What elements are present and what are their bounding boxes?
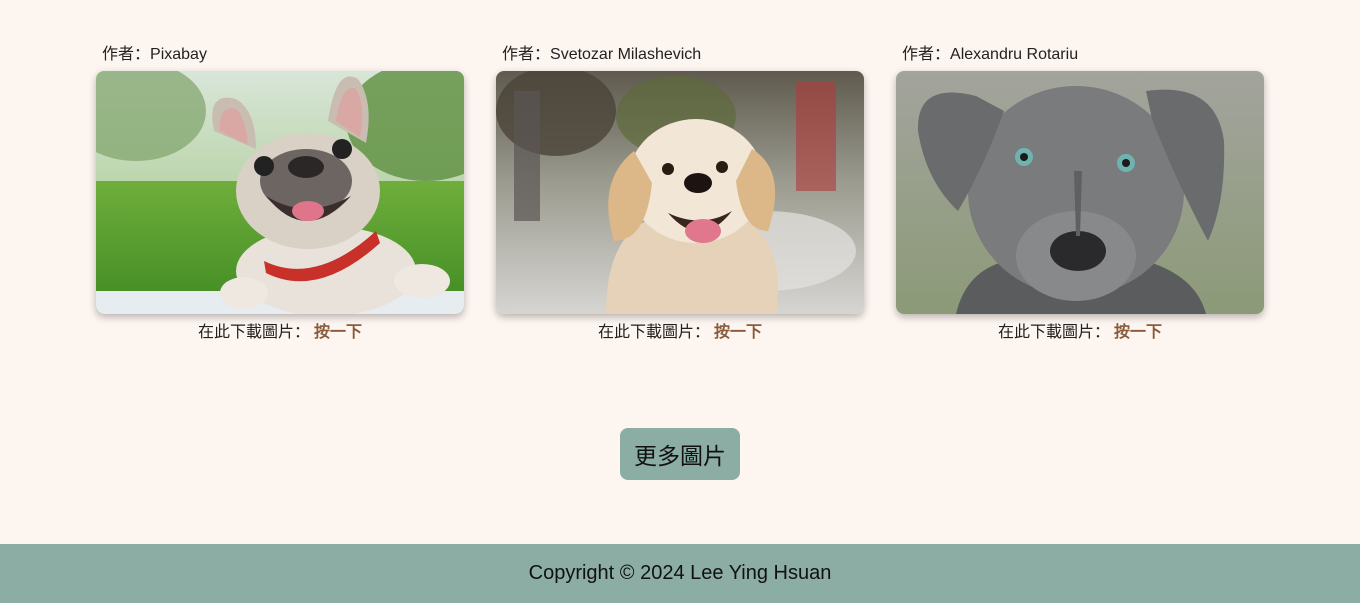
download-label: 在此下載圖片： [197, 324, 310, 341]
copyright-text: Copyright © 2024 Lee Ying Hsuan [528, 562, 832, 584]
download-link[interactable]: 按一下 [1114, 324, 1162, 341]
photo-gallery: 作者：Pixabay 在此下載圖片： 按一下 作者：Svetozar Milas… [96, 44, 1264, 344]
author-label: 作者： [502, 46, 551, 63]
author-label: 作者： [102, 46, 151, 63]
photo-card: 作者：Alexandru Rotariu 在此下載圖片： 按一下 [896, 44, 1264, 344]
author-label: 作者： [902, 46, 951, 63]
author-line: 作者：Svetozar Milashevich [496, 44, 864, 66]
footer: Copyright © 2024 Lee Ying Hsuan [0, 544, 1360, 603]
photo-card: 作者：Pixabay 在此下載圖片： 按一下 [96, 44, 464, 344]
author-name: Pixabay [150, 46, 207, 63]
author-line: 作者：Pixabay [96, 44, 464, 66]
dog-photo-gray-dog [896, 71, 1264, 314]
dog-photo-french-bulldog [96, 71, 464, 314]
author-name: Alexandru Rotariu [950, 46, 1079, 63]
download-label: 在此下載圖片： [997, 324, 1110, 341]
download-label: 在此下載圖片： [597, 324, 710, 341]
photo-card: 作者：Svetozar Milashevich 在此下載圖片： 按一下 [496, 44, 864, 344]
download-line: 在此下載圖片： 按一下 [96, 322, 464, 344]
author-line: 作者：Alexandru Rotariu [896, 44, 1264, 66]
dog-photo-golden-retriever [496, 71, 864, 314]
download-link[interactable]: 按一下 [714, 324, 762, 341]
download-line: 在此下載圖片： 按一下 [896, 322, 1264, 344]
download-line: 在此下載圖片： 按一下 [496, 322, 864, 344]
author-name: Svetozar Milashevich [550, 46, 702, 63]
download-link[interactable]: 按一下 [314, 324, 362, 341]
more-images-button[interactable]: 更多圖片 [620, 428, 740, 480]
